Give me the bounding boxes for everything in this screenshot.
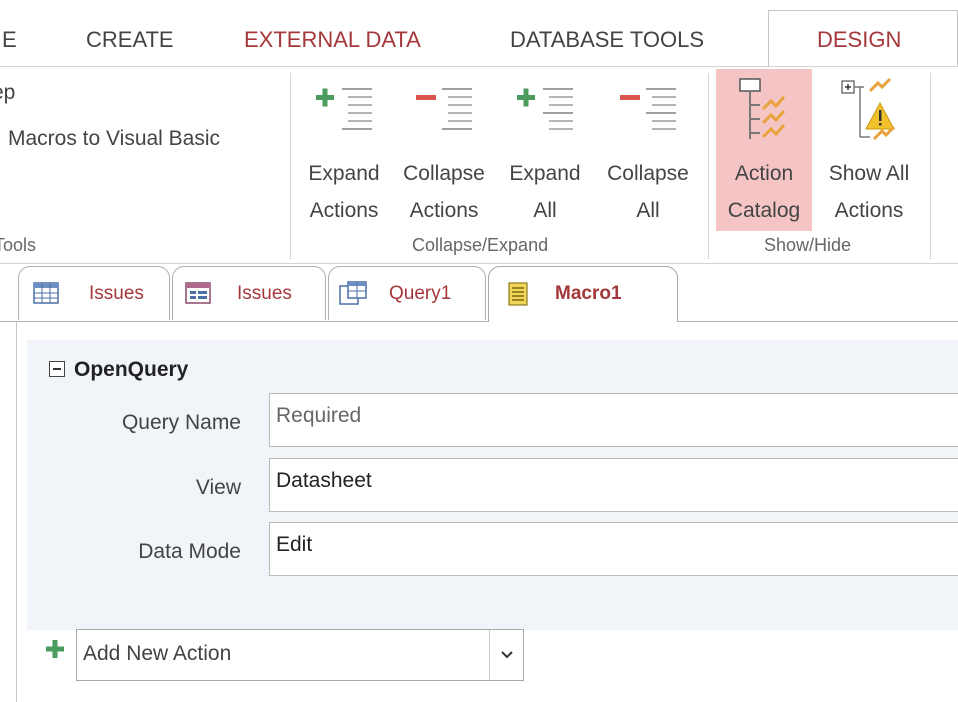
expand-actions-label-2: Actions	[309, 199, 379, 222]
view-field[interactable]: Datasheet	[269, 458, 958, 512]
query-icon	[339, 281, 367, 305]
action-catalog-label-1: Action	[734, 162, 794, 185]
doc-tab-issues-form[interactable]: Issues	[172, 266, 326, 320]
tools-group-label: Tools	[0, 235, 37, 255]
table-icon	[33, 282, 59, 304]
expand-actions-icon	[316, 88, 372, 130]
doc-tab-label: Issues	[89, 283, 144, 304]
form-icon	[185, 282, 211, 304]
group-divider	[930, 73, 931, 259]
show-all-actions-label-1: Show All	[828, 162, 910, 185]
tab-design[interactable]: DESIGN	[817, 0, 901, 66]
collapse-all-icon	[620, 88, 676, 130]
query-name-label: Query Name	[121, 411, 241, 434]
group-divider	[708, 73, 709, 259]
expand-all-label-1: Expand	[509, 162, 581, 185]
group-divider	[290, 73, 291, 259]
doc-tab-label: Macro1	[555, 283, 622, 304]
document-tab-strip: Issues Issues Query1 Macro1	[0, 264, 958, 322]
expand-actions-button[interactable]: Expand Actions	[298, 69, 390, 231]
action-name: OpenQuery	[74, 358, 189, 381]
show-all-actions-icon	[841, 77, 896, 141]
doc-tab-macro1[interactable]: Macro1	[488, 266, 678, 322]
doc-tab-label: Query1	[389, 283, 452, 304]
data-mode-field[interactable]: Edit	[269, 522, 958, 576]
macro-icon	[508, 282, 528, 306]
collapse-all-label-1: Collapse	[607, 162, 689, 185]
data-mode-label: Data Mode	[138, 540, 241, 563]
expand-all-label-2: All	[533, 199, 557, 222]
openquery-action-block[interactable]: OpenQuery Query Name Required View Datas…	[27, 340, 958, 630]
doc-tab-query1[interactable]: Query1	[328, 266, 486, 320]
collapse-all-label-2: All	[636, 199, 660, 222]
chevron-down-icon	[501, 651, 513, 659]
doc-tab-label: Issues	[237, 283, 292, 304]
add-new-action-text: Add New Action	[83, 642, 232, 665]
dropdown-button[interactable]	[489, 630, 523, 680]
convert-macros-button[interactable]: Macros to Visual Basic	[8, 127, 220, 151]
action-catalog-label-2: Catalog	[727, 199, 801, 222]
tab-external-data[interactable]: EXTERNAL DATA	[244, 0, 421, 66]
expand-actions-label-1: Expand	[308, 162, 380, 185]
doc-tab-issues-table[interactable]: Issues	[18, 266, 170, 320]
collapse-actions-button[interactable]: Collapse Actions	[392, 69, 496, 231]
show-hide-group-label: Show/Hide	[764, 235, 852, 255]
query-name-field[interactable]: Required	[269, 393, 958, 447]
action-catalog-button[interactable]: Action Catalog	[716, 69, 812, 231]
expand-all-icon	[517, 88, 573, 130]
view-label: View	[195, 476, 241, 499]
action-catalog-icon	[739, 78, 786, 139]
ribbon: ep Macros to Visual Basic Tools Expand A…	[0, 66, 958, 264]
collapse-actions-label-2: Actions	[409, 199, 479, 222]
tab-file-partial[interactable]: E	[2, 0, 17, 66]
collapse-expand-group-label: Collapse/Expand	[412, 235, 549, 255]
ribbon-tab-bar: E CREATE EXTERNAL DATA DATABASE TOOLS DE…	[0, 0, 958, 68]
single-step-button[interactable]: ep	[0, 81, 15, 105]
collapse-actions-label-1: Collapse	[403, 162, 485, 185]
expand-all-button[interactable]: Expand All	[498, 69, 592, 231]
show-all-actions-button[interactable]: Show All Actions	[814, 69, 924, 231]
add-action-plus-icon	[46, 640, 64, 658]
collapse-all-button[interactable]: Collapse All	[594, 69, 702, 231]
tab-database-tools[interactable]: DATABASE TOOLS	[510, 0, 704, 66]
collapse-actions-icon	[416, 88, 472, 130]
tab-create[interactable]: CREATE	[86, 0, 174, 66]
add-new-action-combo[interactable]: Add New Action	[76, 629, 524, 681]
collapse-toggle-icon[interactable]	[49, 361, 65, 377]
show-all-actions-label-2: Actions	[834, 199, 904, 222]
